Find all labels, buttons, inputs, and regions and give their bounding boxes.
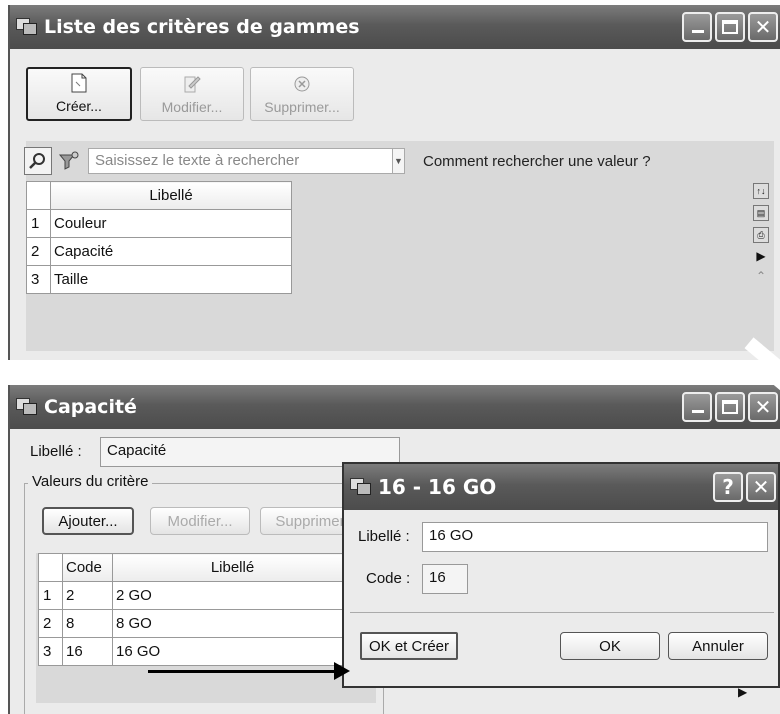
close-button[interactable]: ✕ [748,392,778,422]
search-bar: Saisissez le texte à rechercher ▼ Commen… [24,145,759,177]
create-button[interactable]: Créer... [26,67,132,121]
column-header-code[interactable]: Code [62,553,113,582]
row-number: 2 [26,237,51,266]
minimize-button[interactable] [682,12,712,42]
close-icon: ✕ [754,15,772,39]
ok-label: OK [599,637,621,655]
search-dropdown-icon[interactable]: ▼ [393,148,405,174]
column-header-label[interactable]: Libellé [112,553,353,582]
criteria-list-window: Liste des critères de gammes ✕ Créer... … [8,5,780,360]
export-icon[interactable]: ▤ [753,205,769,221]
value-dialog: 16 - 16 GO ? ✕ Libellé : 16 GO Code : 16… [342,462,780,688]
dialog-label-caption: Libellé : [358,528,410,545]
search-input[interactable]: Saisissez le texte à rechercher [88,148,393,174]
row-label[interactable]: Taille [50,265,292,294]
row-header-corner [26,181,51,210]
row-label[interactable]: 8 GO [112,609,353,638]
help-button[interactable]: ? [713,472,743,502]
table-row[interactable]: 1 2 2 GO [38,581,353,610]
window-icon [16,18,38,36]
row-number: 1 [38,581,63,610]
delete-label: Supprimer... [264,99,340,115]
table-row[interactable]: 2 Capacité [26,237,292,266]
add-label: Ajouter... [58,512,118,530]
create-label: Créer... [56,98,102,114]
search-help-link[interactable]: Comment rechercher une valeur ? [423,153,651,170]
table-side-toolbar: ↑↓ ▤ ⎙ ▶ ⌃ [750,183,772,283]
dialog-window-icon [350,478,372,496]
ok-create-button[interactable]: OK et Créer [360,632,458,660]
close-icon: ✕ [754,395,772,419]
edit-value-label: Modifier... [167,512,233,530]
row-number: 2 [38,609,63,638]
print-icon[interactable]: ⎙ [753,227,769,243]
callout-arrow-head [334,662,350,680]
row-code[interactable]: 8 [62,609,113,638]
minimize-button[interactable] [682,392,712,422]
new-document-icon [70,73,88,93]
table-row[interactable]: 3 Taille [26,265,292,294]
row-number: 3 [38,637,63,666]
cancel-label: Annuler [692,637,744,655]
row-header-corner [38,553,63,582]
sort-icon[interactable]: ↑↓ [753,183,769,199]
row-number: 1 [26,209,51,238]
close-button[interactable]: ✕ [748,12,778,42]
dialog-title: 16 - 16 GO [378,475,497,499]
dialog-code-field: 16 [422,564,468,594]
window-title: Capacité [44,396,137,418]
maximize-button[interactable] [715,12,745,42]
label-caption: Libellé : [30,443,82,460]
delete-value-label: Supprimer [275,512,345,530]
row-number: 3 [26,265,51,294]
title-bar: Liste des critères de gammes ✕ [10,5,780,49]
table-row[interactable]: 2 8 8 GO [38,609,353,638]
delete-icon [293,74,311,94]
row-label[interactable]: 16 GO [112,637,353,666]
criteria-table: Libellé 1 Couleur 2 Capacité 3 Taille [26,181,292,294]
dialog-label-field[interactable]: 16 GO [422,522,768,552]
edit-value-button[interactable]: Modifier... [150,507,250,535]
window-title: Liste des critères de gammes [44,16,360,38]
close-icon: ✕ [752,475,770,499]
values-table: Code Libellé 1 2 2 GO 2 8 8 GO 3 16 16 G… [38,553,353,666]
dialog-close-button[interactable]: ✕ [746,472,776,502]
ok-button[interactable]: OK [560,632,660,660]
title-bar: Capacité ✕ [10,385,780,429]
row-code[interactable]: 2 [62,581,113,610]
row-label[interactable]: Couleur [50,209,292,238]
ok-create-label: OK et Créer [368,637,450,655]
row-label[interactable]: Capacité [50,237,292,266]
column-header-label[interactable]: Libellé [50,181,292,210]
table-row[interactable]: 1 Couleur [26,209,292,238]
dialog-title-bar: 16 - 16 GO ? ✕ [344,464,778,510]
values-group-title: Valeurs du critère [28,473,153,490]
callout-arrow-line [148,670,338,673]
dialog-divider [350,612,774,613]
help-icon: ? [722,475,734,499]
row-label[interactable]: 2 GO [112,581,353,610]
window-icon [16,398,38,416]
filter-icon[interactable] [56,148,82,174]
dialog-code-caption: Code : [366,570,411,587]
search-icon[interactable] [24,147,52,175]
expand-arrow-icon[interactable]: ▶ [756,249,765,263]
cancel-button[interactable]: Annuler [668,632,768,660]
table-row[interactable]: 3 16 16 GO [38,637,353,666]
delete-button[interactable]: Supprimer... [250,67,354,121]
edit-label: Modifier... [161,99,223,115]
scroll-up-icon[interactable]: ⌃ [756,269,766,283]
edit-document-icon [183,74,201,94]
edit-button[interactable]: Modifier... [140,67,244,121]
maximize-button[interactable] [715,392,745,422]
add-button[interactable]: Ajouter... [42,507,134,535]
row-code[interactable]: 16 [62,637,113,666]
